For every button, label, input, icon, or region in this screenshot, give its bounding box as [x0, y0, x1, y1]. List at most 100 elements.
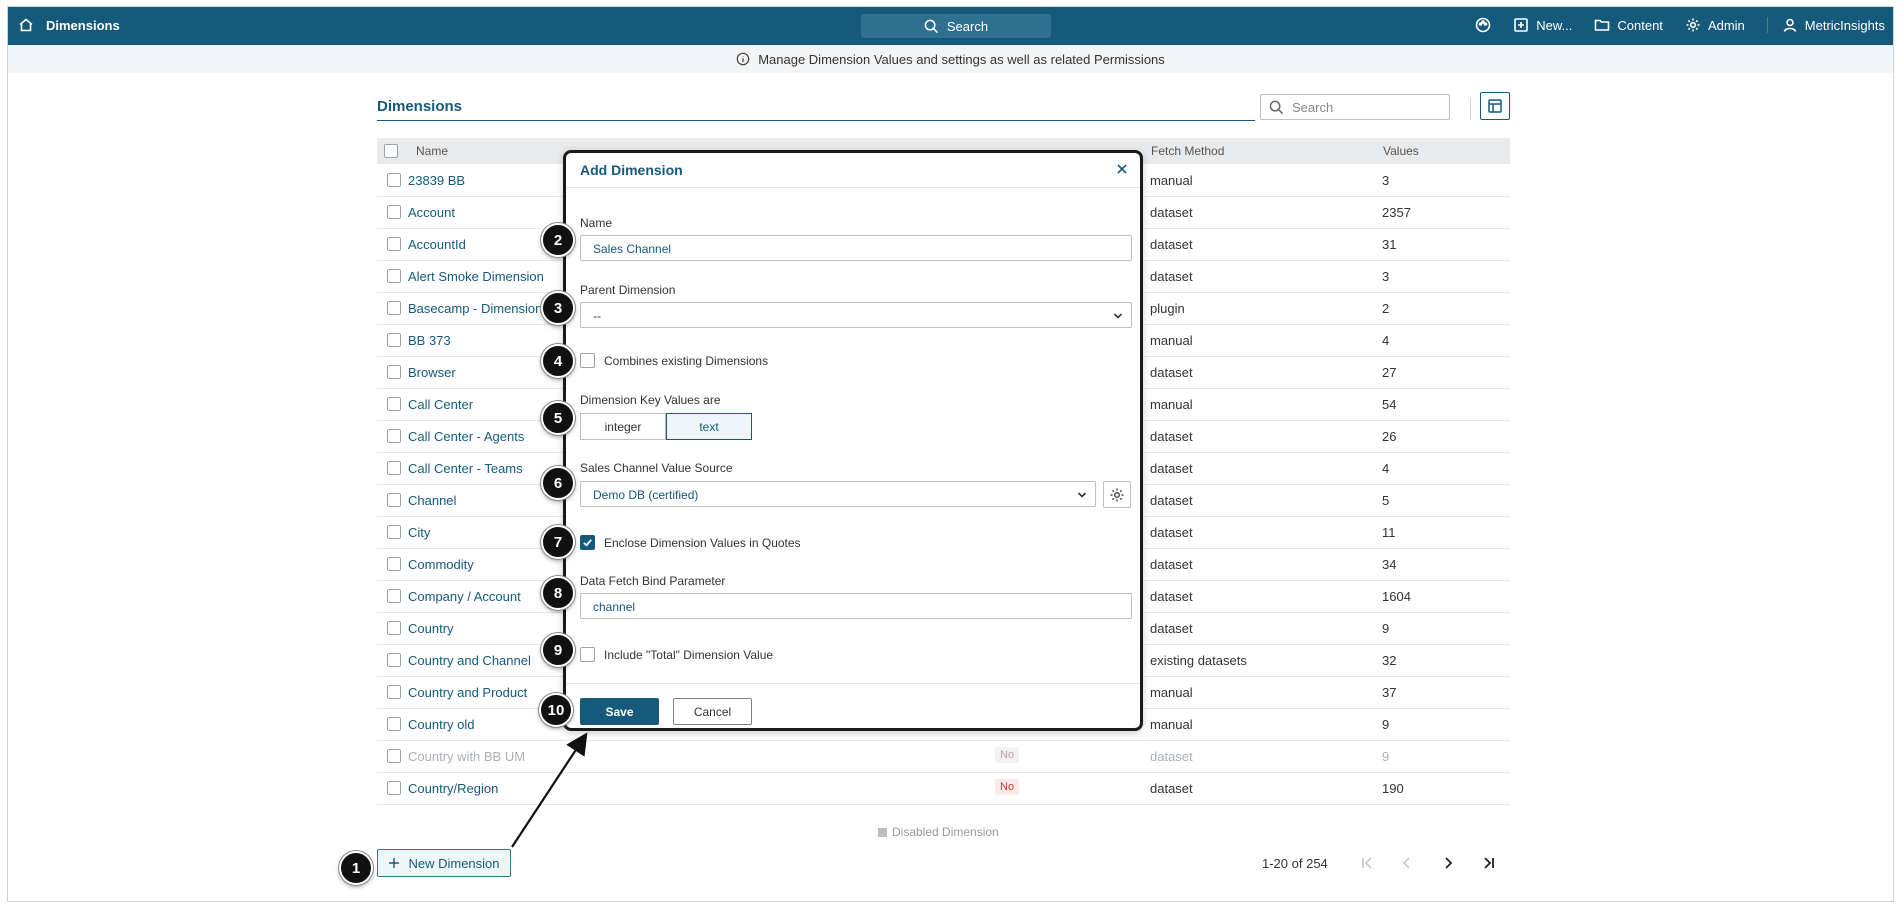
row-name-link[interactable]: Country and Channel — [408, 653, 531, 668]
row-checkbox[interactable] — [387, 301, 401, 315]
row-name-link[interactable]: Call Center - Teams — [408, 461, 523, 476]
row-checkbox[interactable] — [387, 173, 401, 187]
step-marker-6: 6 — [541, 466, 575, 500]
row-checkbox[interactable] — [387, 653, 401, 667]
row-checkbox[interactable] — [387, 781, 401, 795]
table-row[interactable]: Country/Region No dataset 190 — [377, 772, 1510, 805]
search-icon — [1269, 100, 1284, 114]
column-header-values[interactable]: Values — [1383, 144, 1419, 158]
row-checkbox[interactable] — [387, 397, 401, 411]
include-total-checkbox[interactable] — [580, 647, 595, 662]
new-dimension-button[interactable]: New Dimension — [377, 849, 511, 877]
row-name-link[interactable]: 23839 BB — [408, 173, 465, 188]
row-checkbox[interactable] — [387, 557, 401, 571]
row-fetch-method: dataset — [1150, 269, 1193, 284]
admin-menu-button[interactable]: Admin — [1685, 17, 1745, 33]
combines-existing-checkbox[interactable] — [580, 353, 595, 368]
include-total-checkbox-row[interactable]: Include "Total" Dimension Value — [580, 647, 773, 662]
row-name-link[interactable]: Country old — [408, 717, 474, 732]
value-source-settings-button[interactable] — [1103, 481, 1131, 508]
row-fetch-method: dataset — [1150, 749, 1193, 764]
key-option-integer[interactable]: integer — [580, 413, 666, 440]
value-source-select[interactable]: Demo DB (certified) — [580, 481, 1096, 507]
row-name-link[interactable]: Browser — [408, 365, 456, 380]
value-source-label: Sales Channel Value Source — [580, 461, 733, 475]
select-all-checkbox[interactable] — [384, 144, 398, 158]
row-checkbox[interactable] — [387, 205, 401, 219]
row-values-count: 26 — [1382, 429, 1397, 444]
row-name-link[interactable]: Alert Smoke Dimension — [408, 269, 544, 284]
row-name-link[interactable]: Call Center - Agents — [408, 429, 524, 444]
plus-square-icon — [1514, 18, 1529, 32]
gear-icon — [1110, 488, 1124, 501]
row-name-link[interactable]: Company / Account — [408, 589, 521, 604]
row-name-link[interactable]: Account — [408, 205, 455, 220]
row-values-count: 9 — [1382, 749, 1390, 764]
combines-existing-checkbox-row[interactable]: Combines existing Dimensions — [580, 353, 768, 368]
status-badge: No — [995, 747, 1020, 763]
close-button[interactable] — [1114, 161, 1130, 177]
row-checkbox[interactable] — [387, 685, 401, 699]
table-row[interactable]: Country with BB UM No dataset 9 — [377, 740, 1510, 773]
new-menu-button[interactable]: New... — [1513, 17, 1572, 33]
row-name-link[interactable]: City — [408, 525, 430, 540]
row-name-link[interactable]: Commodity — [408, 557, 474, 572]
row-values-count: 4 — [1382, 461, 1390, 476]
row-name-link[interactable]: Country with BB UM — [408, 749, 525, 764]
content-menu-button[interactable]: Content — [1594, 17, 1663, 33]
row-checkbox[interactable] — [387, 621, 401, 635]
legend-swatch — [878, 827, 887, 837]
new-menu-label: New... — [1536, 17, 1573, 33]
bind-parameter-input[interactable]: channel — [580, 593, 1132, 619]
row-checkbox[interactable] — [387, 333, 401, 347]
row-name-link[interactable]: BB 373 — [408, 333, 451, 348]
row-name-link[interactable]: Basecamp - Dimension — [408, 301, 542, 316]
enclose-quotes-label: Enclose Dimension Values in Quotes — [604, 535, 801, 550]
row-checkbox[interactable] — [387, 493, 401, 507]
row-checkbox[interactable] — [387, 717, 401, 731]
key-option-text[interactable]: text — [666, 413, 752, 440]
row-checkbox[interactable] — [387, 461, 401, 475]
widgets-button[interactable] — [1475, 17, 1491, 33]
row-fetch-method: manual — [1150, 173, 1193, 188]
row-checkbox[interactable] — [387, 589, 401, 603]
row-fetch-method: dataset — [1150, 205, 1193, 220]
last-page-icon — [1484, 857, 1494, 869]
next-page-button[interactable] — [1437, 852, 1459, 874]
row-checkbox[interactable] — [387, 269, 401, 283]
list-search-input[interactable]: Search — [1260, 94, 1450, 120]
column-layout-button[interactable] — [1480, 92, 1510, 120]
parent-dimension-label: Parent Dimension — [580, 283, 676, 297]
row-name-link[interactable]: Call Center — [408, 397, 473, 412]
row-checkbox[interactable] — [387, 525, 401, 539]
column-header-fetch-method[interactable]: Fetch Method — [1151, 144, 1224, 158]
row-name-link[interactable]: Country and Product — [408, 685, 527, 700]
row-fetch-method: dataset — [1150, 557, 1193, 572]
save-button[interactable]: Save — [580, 698, 659, 725]
row-name-link[interactable]: Country — [408, 621, 454, 636]
first-page-button[interactable] — [1356, 852, 1378, 874]
step-marker-2: 2 — [541, 223, 575, 257]
row-values-count: 2357 — [1382, 205, 1411, 220]
home-link[interactable]: Dimensions — [18, 17, 120, 33]
name-input[interactable]: Sales Channel — [580, 235, 1132, 261]
add-dimension-dialog: Add Dimension Name Sales Channel Parent … — [563, 150, 1143, 731]
previous-page-button[interactable] — [1396, 852, 1418, 874]
column-header-name[interactable]: Name — [416, 144, 448, 158]
value-source-value: Demo DB (certified) — [593, 488, 699, 502]
parent-dimension-select[interactable]: -- — [580, 302, 1132, 328]
parent-dimension-value: -- — [593, 309, 601, 323]
enclose-quotes-checkbox[interactable] — [580, 535, 595, 550]
row-checkbox[interactable] — [387, 749, 401, 763]
row-checkbox[interactable] — [387, 429, 401, 443]
row-name-link[interactable]: Country/Region — [408, 781, 498, 796]
enclose-quotes-checkbox-row[interactable]: Enclose Dimension Values in Quotes — [580, 535, 801, 550]
row-checkbox[interactable] — [387, 365, 401, 379]
row-checkbox[interactable] — [387, 237, 401, 251]
user-menu-button[interactable]: MetricInsights — [1766, 17, 1885, 33]
row-name-link[interactable]: AccountId — [408, 237, 466, 252]
cancel-button[interactable]: Cancel — [673, 698, 752, 725]
row-name-link[interactable]: Channel — [408, 493, 456, 508]
global-search[interactable]: Search — [861, 14, 1051, 38]
last-page-button[interactable] — [1478, 852, 1500, 874]
